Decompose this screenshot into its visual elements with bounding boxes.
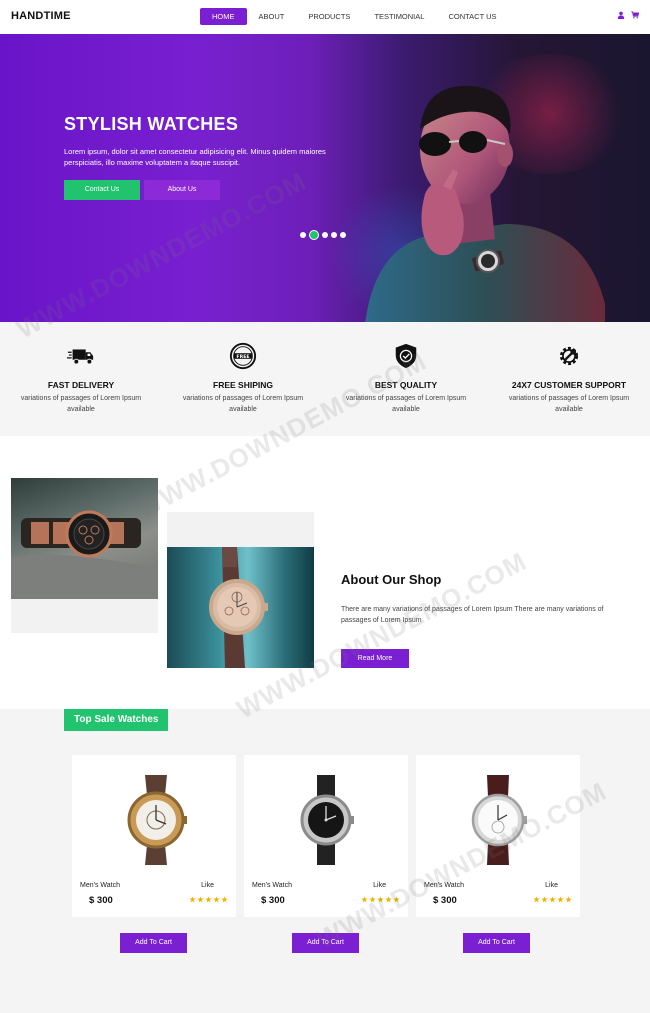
feature-description: variations of passages of Lorem Ipsum av… (508, 395, 630, 413)
star-icon (393, 896, 400, 903)
about-description: There are many variations of passages of… (341, 606, 604, 624)
hero-model-image (365, 85, 605, 322)
feature-customer-support: 24X7 CUSTOMER SUPPORT variations of pass… (504, 342, 634, 415)
product-rating (361, 896, 400, 903)
menu-item-products[interactable]: PRODUCTS (296, 8, 362, 25)
product-name: Men's Watch (80, 882, 120, 889)
product-like[interactable]: Like (201, 882, 214, 889)
top-sale-section: Top Sale Watches Men's Watch Like $ 300 … (0, 709, 650, 1013)
star-icon (205, 896, 212, 903)
features-section: FAST DELIVERY variations of passages of … (0, 322, 650, 436)
site-logo[interactable]: HANDTIME (11, 10, 71, 22)
about-watch-image-1 (11, 478, 158, 599)
product-rating (189, 896, 228, 903)
feature-title: FREE SHIPING (213, 380, 273, 390)
star-icon (549, 896, 556, 903)
slider-dot-active[interactable] (309, 230, 319, 240)
star-icon (361, 896, 368, 903)
hero-description: Lorem ipsum, dolor sit amet consectetur … (64, 147, 326, 167)
support-gear-icon (559, 346, 579, 366)
slider-indicators (300, 230, 346, 240)
slider-dot[interactable] (322, 232, 328, 238)
star-icon (189, 896, 196, 903)
product-rating (533, 896, 572, 903)
cart-icon[interactable] (631, 11, 639, 19)
product-watch-image (127, 775, 187, 865)
product-name: Men's Watch (252, 882, 292, 889)
star-icon (565, 896, 572, 903)
feature-description: variations of passages of Lorem Ipsum av… (345, 395, 467, 413)
star-icon (533, 896, 540, 903)
product-price: $ 300 (433, 895, 457, 906)
feature-title: BEST QUALITY (374, 380, 438, 390)
star-icon (385, 896, 392, 903)
feature-free-shipping: FREE FREE SHIPING variations of passages… (178, 342, 308, 415)
product-card[interactable]: Men's Watch Like $ 300 (72, 755, 236, 917)
menu-item-testimonial[interactable]: TESTIMONIAL (362, 8, 436, 25)
star-icon (221, 896, 228, 903)
feature-best-quality: BEST QUALITY variations of passages of L… (341, 342, 471, 415)
nav-icons (617, 11, 639, 19)
feature-description: variations of passages of Lorem Ipsum av… (182, 395, 304, 413)
user-icon[interactable] (617, 11, 625, 19)
star-icon (557, 896, 564, 903)
read-more-button[interactable]: Read More (341, 649, 409, 668)
add-to-cart-button[interactable]: Add To Cart (120, 933, 187, 953)
star-icon (197, 896, 204, 903)
feature-title: 24X7 CUSTOMER SUPPORT (511, 380, 627, 390)
product-watch-image (300, 775, 354, 865)
product-card[interactable]: Men's Watch Like $ 300 (244, 755, 408, 917)
product-watch-image (471, 775, 527, 865)
free-badge-icon: FREE (229, 342, 257, 370)
product-price: $ 300 (261, 895, 285, 906)
shield-check-icon (395, 343, 417, 369)
slider-dot[interactable] (340, 232, 346, 238)
hero-title: STYLISH WATCHES (64, 114, 239, 134)
product-name: Men's Watch (424, 882, 464, 889)
add-to-cart-button[interactable]: Add To Cart (292, 933, 359, 953)
product-card[interactable]: Men's Watch Like $ 300 (416, 755, 580, 917)
menu-item-contact[interactable]: CONTACT US (436, 8, 508, 25)
svg-text:FREE: FREE (236, 354, 249, 360)
star-icon (369, 896, 376, 903)
menu-item-about[interactable]: ABOUT (247, 8, 297, 25)
contact-us-button[interactable]: Contact Us (64, 180, 140, 200)
slider-dot[interactable] (331, 232, 337, 238)
section-title: Top Sale Watches (64, 709, 169, 731)
menu-item-home[interactable]: HOME (200, 8, 247, 25)
feature-description: variations of passages of Lorem Ipsum av… (20, 395, 142, 413)
feature-fast-delivery: FAST DELIVERY variations of passages of … (16, 342, 146, 415)
star-icon (541, 896, 548, 903)
product-price: $ 300 (89, 895, 113, 906)
about-title: About Our Shop (341, 572, 442, 587)
about-us-button[interactable]: About Us (144, 180, 220, 200)
top-nav: HANDTIME HOME ABOUT PRODUCTS TESTIMONIAL… (0, 0, 650, 34)
about-watch-image-2 (167, 547, 314, 668)
slider-dot[interactable] (300, 232, 306, 238)
hero-banner: STYLISH WATCHES Lorem ipsum, dolor sit a… (0, 34, 650, 322)
star-icon (213, 896, 220, 903)
truck-icon (67, 349, 94, 365)
main-menu: HOME ABOUT PRODUCTS TESTIMONIAL CONTACT … (200, 8, 509, 25)
product-like[interactable]: Like (373, 882, 386, 889)
star-icon (377, 896, 384, 903)
product-like[interactable]: Like (545, 882, 558, 889)
feature-title: FAST DELIVERY (47, 380, 115, 390)
add-to-cart-button[interactable]: Add To Cart (463, 933, 530, 953)
